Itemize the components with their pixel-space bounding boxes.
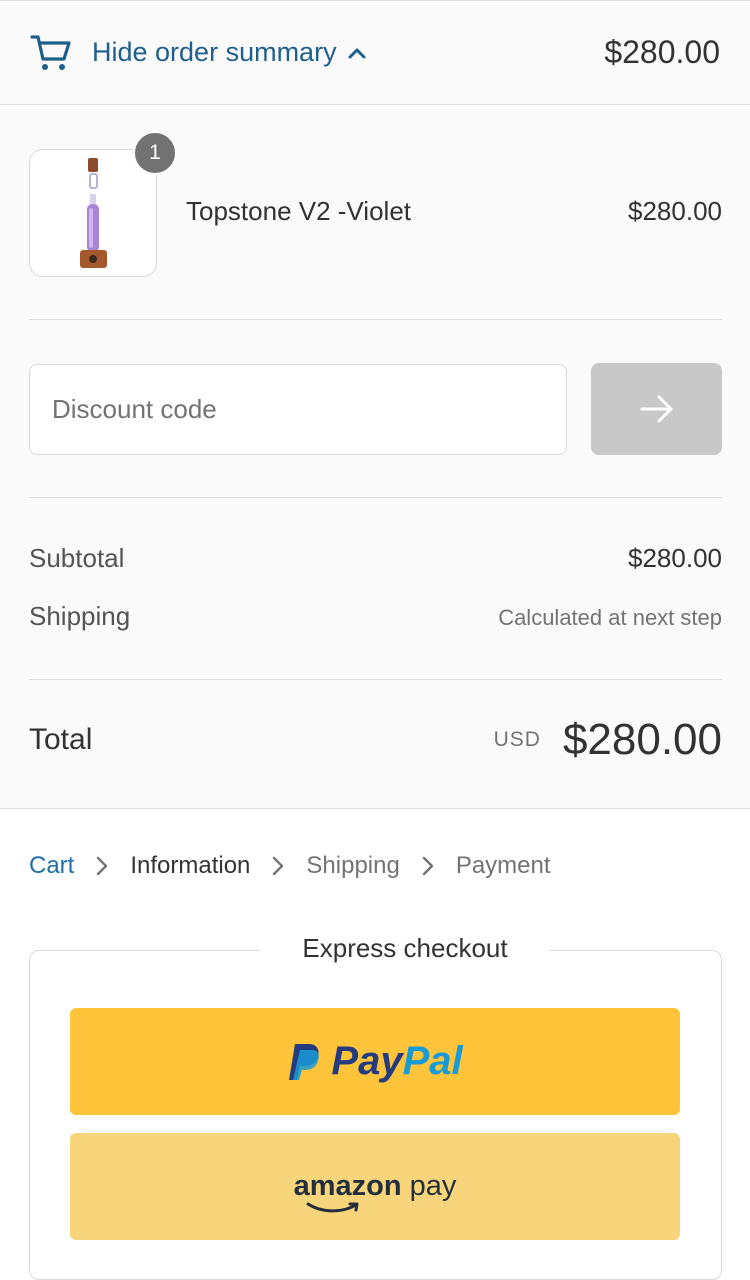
grand-total: $280.00 bbox=[562, 715, 722, 764]
amazon-pay-logo: amazon pay bbox=[293, 1170, 457, 1213]
product-price: $280.00 bbox=[628, 196, 722, 226]
chevron-right-icon bbox=[97, 856, 108, 876]
product-image bbox=[80, 158, 107, 268]
shipping-row: Shipping Calculated at next step bbox=[29, 601, 722, 632]
order-summary-panel: 1 Topstone V2 -Violet $280.00 Subtotal $… bbox=[0, 105, 750, 809]
amazon-smile-icon bbox=[306, 1202, 359, 1213]
paypal-button[interactable]: Pay Pal bbox=[70, 1008, 680, 1115]
quantity-badge: 1 bbox=[133, 131, 177, 175]
divider bbox=[29, 319, 722, 320]
express-checkout-box: Express checkout Pay Pal amazon pay bbox=[29, 933, 722, 1280]
subtotal-row: Subtotal $280.00 bbox=[29, 543, 722, 574]
amazon-pay-button[interactable]: amazon pay bbox=[70, 1133, 680, 1240]
discount-code-input[interactable] bbox=[29, 364, 567, 455]
paypal-wordmark-pay: Pay bbox=[331, 1039, 403, 1083]
product-thumbnail bbox=[29, 149, 157, 277]
paypal-wordmark-pal: Pal bbox=[402, 1039, 463, 1083]
currency-code: USD bbox=[493, 728, 541, 751]
total-label: Total bbox=[29, 723, 93, 756]
product-line-item: 1 Topstone V2 -Violet $280.00 bbox=[29, 131, 722, 277]
subtotal-value: $280.00 bbox=[628, 543, 722, 573]
shipping-value: Calculated at next step bbox=[498, 605, 722, 630]
amazon-wordmark: amazon bbox=[293, 1170, 402, 1202]
apply-discount-button[interactable] bbox=[591, 363, 722, 455]
summary-toggle-left: Hide order summary bbox=[30, 33, 367, 73]
breadcrumb-payment: Payment bbox=[455, 852, 551, 879]
breadcrumb: Cart Information Shipping Payment bbox=[29, 852, 551, 880]
order-summary-toggle[interactable]: Hide order summary $280.00 bbox=[0, 0, 750, 105]
arrow-right-icon bbox=[640, 395, 672, 423]
summary-toggle-label: Hide order summary bbox=[92, 37, 337, 67]
express-checkout-title: Express checkout bbox=[260, 933, 550, 964]
amazon-pay-wordmark: pay bbox=[409, 1170, 457, 1202]
total-amount-group: USD $280.00 bbox=[494, 715, 722, 765]
chevron-right-icon bbox=[422, 856, 434, 876]
total-row: Total USD $280.00 bbox=[29, 715, 722, 765]
divider bbox=[29, 497, 722, 498]
breadcrumb-shipping: Shipping bbox=[306, 852, 400, 879]
subtotal-label: Subtotal bbox=[29, 543, 125, 573]
shipping-label: Shipping bbox=[29, 601, 131, 631]
product-name: Topstone V2 -Violet bbox=[186, 196, 411, 226]
divider bbox=[29, 679, 722, 680]
summary-toggle-total: $280.00 bbox=[604, 34, 720, 70]
chevron-up-icon bbox=[348, 48, 366, 58]
breadcrumb-cart[interactable]: Cart bbox=[29, 852, 74, 880]
paypal-logo-icon bbox=[289, 1043, 320, 1080]
chevron-right-icon bbox=[273, 856, 284, 876]
breadcrumb-information: Information bbox=[130, 852, 251, 879]
cart-icon bbox=[30, 34, 71, 70]
